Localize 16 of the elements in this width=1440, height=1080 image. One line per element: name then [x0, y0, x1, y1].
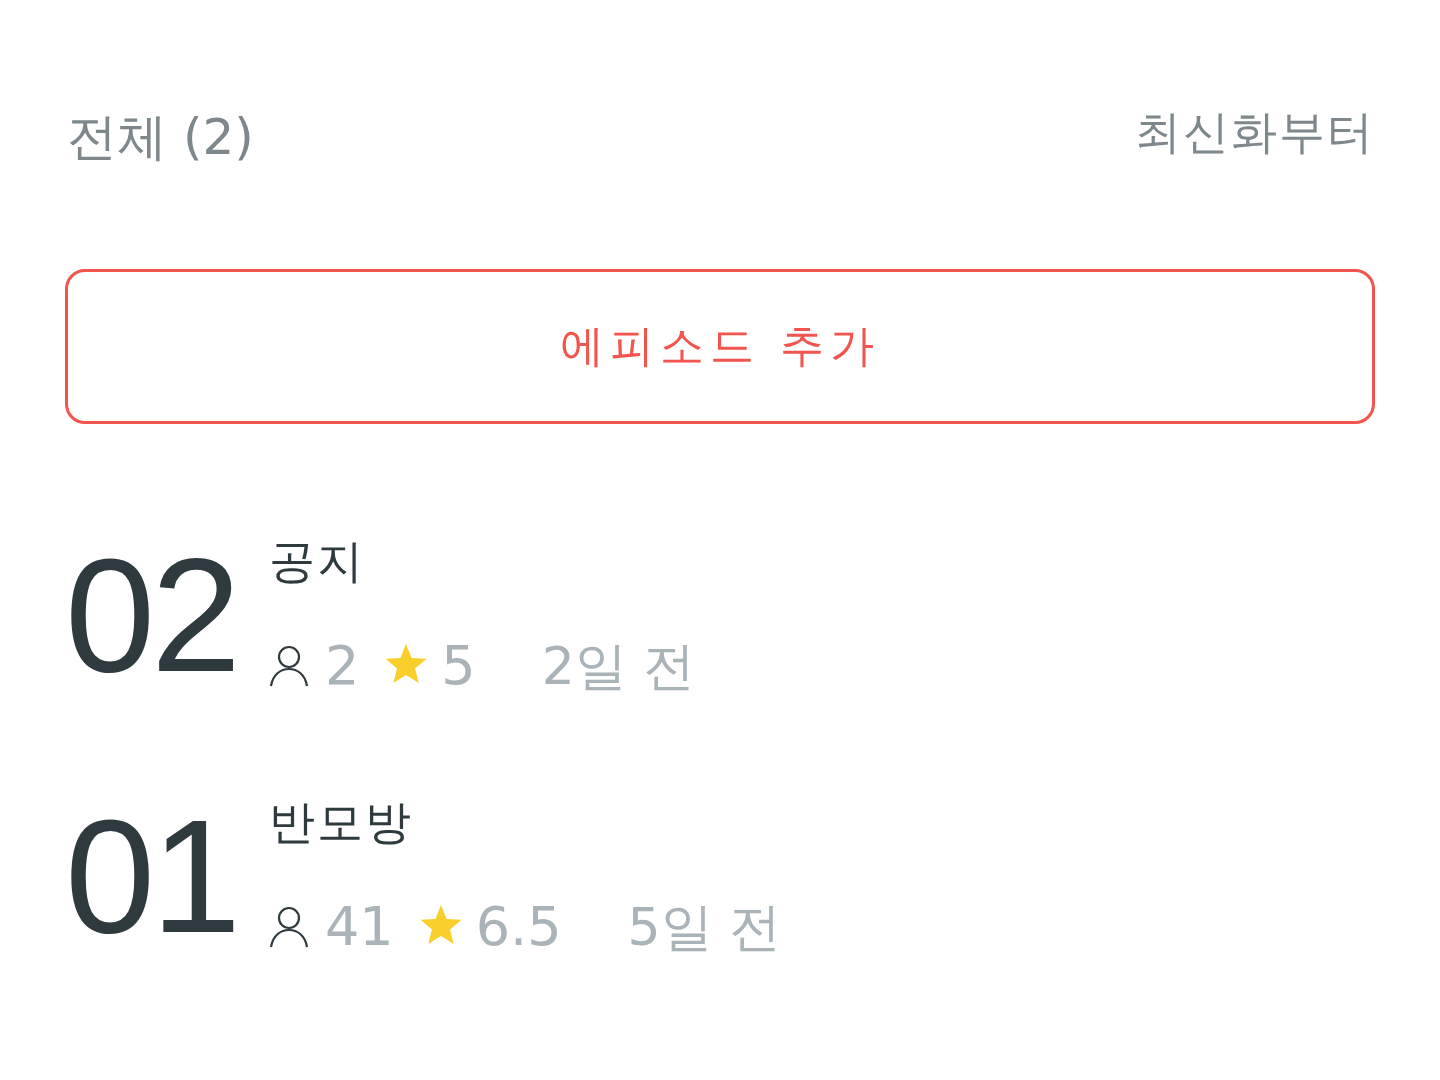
star-icon: [419, 905, 462, 946]
viewer-count: 41: [325, 894, 394, 960]
episode-title[interactable]: 공지: [269, 534, 365, 590]
episode-date: 5일 전: [627, 896, 782, 959]
episode-count-label: 전체 (2): [67, 107, 254, 167]
episode-number: 01: [65, 794, 238, 957]
rating-value: 6.5: [475, 894, 562, 960]
sort-order-button[interactable]: 최신화부터: [1135, 105, 1375, 161]
person-icon: [269, 906, 309, 949]
rating-value: 5: [441, 633, 476, 699]
person-icon: [269, 645, 309, 688]
episode-number: 02: [65, 533, 238, 696]
star-icon: [385, 644, 428, 685]
viewer-count: 2: [325, 633, 360, 699]
episode-date: 2일 전: [541, 635, 696, 698]
episode-title[interactable]: 반모방: [269, 795, 413, 851]
